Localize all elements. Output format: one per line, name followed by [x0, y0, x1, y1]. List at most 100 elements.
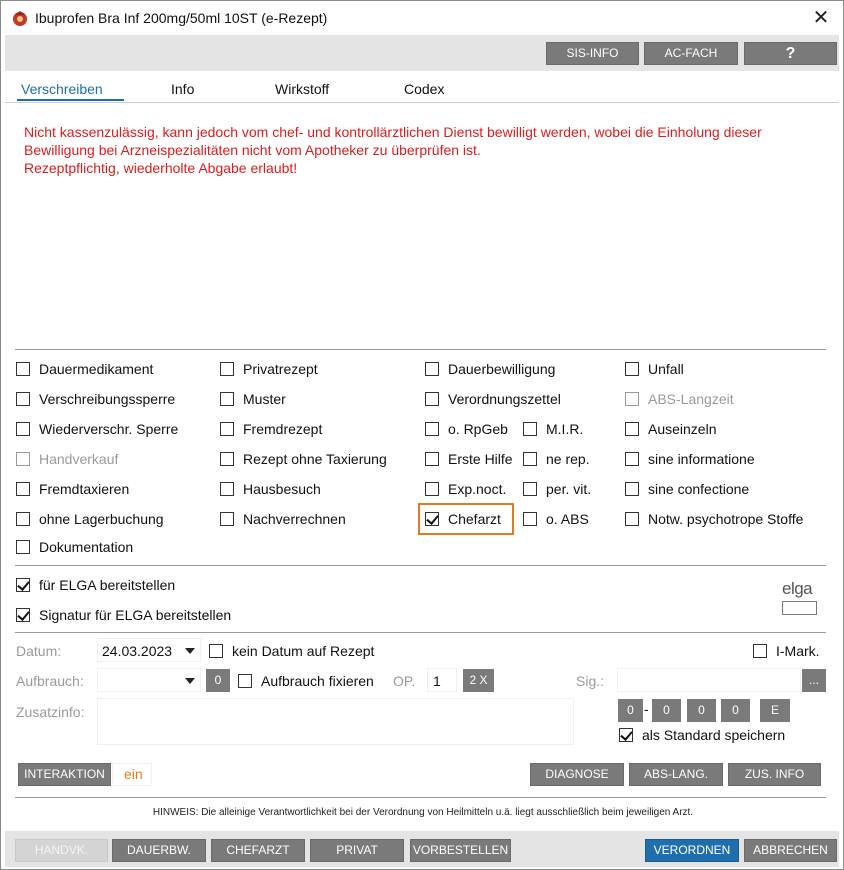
- exp-noct-checkbox[interactable]: Exp.noct.: [425, 479, 506, 499]
- sine-confectione-checkbox[interactable]: sine confectione: [625, 479, 749, 499]
- checkbox-box: [619, 728, 633, 742]
- fuer-elga-checkbox[interactable]: für ELGA bereitstellen: [16, 575, 175, 595]
- elga-logo: elga: [781, 579, 819, 615]
- checkbox-label: ABS-Langzeit: [648, 391, 734, 407]
- abs-langzeit-checkbox[interactable]: ABS-Langzeit: [625, 389, 734, 409]
- o-abs-checkbox[interactable]: o. ABS: [523, 509, 589, 529]
- tab-codex[interactable]: Codex: [404, 81, 444, 97]
- checkbox-box: [16, 452, 30, 466]
- elga-logo-box: [782, 601, 817, 615]
- erste-hilfe-checkbox[interactable]: Erste Hilfe: [425, 449, 513, 469]
- rezept-ohne-taxierung-checkbox[interactable]: Rezept ohne Taxierung: [220, 449, 387, 469]
- notice-line: Rezeptpflichtig, wiederholte Abgabe erla…: [24, 160, 298, 176]
- dauerbw-button[interactable]: DAUERBW.: [112, 839, 206, 862]
- active-tab-indicator: [17, 99, 124, 101]
- checkbox-box: [625, 392, 639, 406]
- checkbox-label: Dauerbewilligung: [448, 361, 556, 377]
- als-standard-checkbox[interactable]: als Standard speichern: [619, 725, 785, 745]
- checkbox-label: Handverkauf: [39, 451, 119, 467]
- op-value: 1: [433, 673, 441, 689]
- abbrechen-button[interactable]: ABBRECHEN: [744, 839, 837, 862]
- op-times-button[interactable]: 2 X: [463, 669, 494, 692]
- checkbox-box: [625, 482, 639, 496]
- per-vit-checkbox[interactable]: per. vit.: [523, 479, 591, 499]
- nachverrechnen-checkbox[interactable]: Nachverrechnen: [220, 509, 346, 529]
- dosage-noon-field[interactable]: 0: [652, 699, 681, 722]
- sig-input[interactable]: [617, 668, 801, 692]
- checkbox-box: [753, 644, 767, 658]
- dosage-evening-field[interactable]: 0: [687, 699, 716, 722]
- tab-info[interactable]: Info: [171, 81, 194, 97]
- aufbrauch-count-button[interactable]: 0: [206, 669, 230, 692]
- checkbox-label: o. RpGeb: [448, 421, 508, 437]
- tab-verschreiben[interactable]: Verschreiben: [21, 81, 103, 97]
- vorbestellen-button[interactable]: VORBESTELLEN: [410, 839, 511, 862]
- dauerbewilligung-checkbox[interactable]: Dauerbewilligung: [425, 359, 555, 379]
- unfall-checkbox[interactable]: Unfall: [625, 359, 684, 379]
- interaktion-button[interactable]: INTERAKTION: [18, 763, 111, 786]
- checkbox-label: Dokumentation: [39, 539, 134, 555]
- ac-fach-button[interactable]: AC-FACH: [644, 42, 738, 65]
- checkbox-box: [16, 578, 30, 592]
- mir-checkbox[interactable]: M.I.R.: [523, 419, 583, 439]
- checkbox-box: [425, 482, 439, 496]
- handverkauf-checkbox[interactable]: Handverkauf: [16, 449, 118, 469]
- dauermedikament-checkbox[interactable]: Dauermedikament: [16, 359, 153, 379]
- sis-info-button[interactable]: SIS-INFO: [546, 42, 639, 65]
- fremdtaxieren-checkbox[interactable]: Fremdtaxieren: [16, 479, 129, 499]
- zusatzinfo-textarea[interactable]: [97, 698, 574, 745]
- fremdrezept-checkbox[interactable]: Fremdrezept: [220, 419, 322, 439]
- tab-wirkstoff[interactable]: Wirkstoff: [275, 81, 329, 97]
- dokumentation-checkbox[interactable]: Dokumentation: [16, 537, 133, 557]
- help-button[interactable]: ?: [744, 42, 837, 65]
- checkbox-box: [625, 452, 639, 466]
- o-rpgeb-checkbox[interactable]: o. RpGeb: [425, 419, 508, 439]
- sig-more-button[interactable]: ...: [802, 669, 826, 692]
- checkbox-label: Hausbesuch: [243, 481, 321, 497]
- checkbox-label: Signatur für ELGA bereitstellen: [39, 607, 232, 623]
- checkbox-label: sine confectione: [648, 481, 750, 497]
- close-button[interactable]: ✕: [807, 5, 835, 31]
- checkbox-label: Dauermedikament: [39, 361, 154, 377]
- zus-info-button[interactable]: ZUS. INFO: [728, 763, 821, 786]
- hausbesuch-checkbox[interactable]: Hausbesuch: [220, 479, 321, 499]
- abs-lang-button[interactable]: ABS-LANG.: [629, 763, 723, 786]
- verordnungszettel-checkbox[interactable]: Verordnungszettel: [425, 389, 561, 409]
- aufbrauch-select[interactable]: [97, 668, 201, 692]
- privatrezept-checkbox[interactable]: Privatrezept: [220, 359, 318, 379]
- dosage-night-field[interactable]: 0: [721, 699, 750, 722]
- chefarzt-button[interactable]: CHEFARZT: [211, 839, 305, 862]
- checkbox-label: Privatrezept: [243, 361, 318, 377]
- op-input[interactable]: 1: [427, 668, 457, 692]
- checkbox-box: [16, 540, 30, 554]
- wiederverschr-sperre-checkbox[interactable]: Wiederverschr. Sperre: [16, 419, 178, 439]
- checkbox-label: ohne Lagerbuchung: [39, 511, 164, 527]
- muster-checkbox[interactable]: Muster: [220, 389, 286, 409]
- diagnose-button[interactable]: DIAGNOSE: [530, 763, 624, 786]
- signatur-elga-checkbox[interactable]: Signatur für ELGA bereitstellen: [16, 605, 231, 625]
- top-toolbar: SIS-INFO AC-FACH ?: [5, 35, 839, 71]
- checkbox-label: Notw. psychotrope Stoffe: [648, 511, 804, 527]
- verschreibungssperre-checkbox[interactable]: Verschreibungssperre: [16, 389, 175, 409]
- sine-informatione-checkbox[interactable]: sine informatione: [625, 449, 755, 469]
- kein-datum-checkbox[interactable]: kein Datum auf Rezept: [209, 641, 374, 661]
- ohne-lagerbuchung-checkbox[interactable]: ohne Lagerbuchung: [16, 509, 164, 529]
- dosage-e-button[interactable]: E: [760, 699, 790, 722]
- notw-psychotrope-checkbox[interactable]: Notw. psychotrope Stoffe: [625, 509, 803, 529]
- checkbox-box: [425, 392, 439, 406]
- checkbox-label: ne rep.: [546, 451, 590, 467]
- datum-select[interactable]: 24.03.2023: [97, 638, 201, 662]
- datum-value: 24.03.2023: [102, 643, 173, 659]
- handvk-button[interactable]: HANDVK.: [15, 839, 108, 862]
- checkbox-label: Fremdtaxieren: [39, 481, 130, 497]
- checkbox-label: Auseinzeln: [648, 421, 717, 437]
- ne-rep-checkbox[interactable]: ne rep.: [523, 449, 590, 469]
- privat-button[interactable]: PRIVAT: [310, 839, 404, 862]
- divider: [15, 349, 826, 350]
- aufbrauch-fixieren-checkbox[interactable]: Aufbrauch fixieren: [238, 671, 374, 691]
- verordnen-button[interactable]: VERORDNEN: [645, 839, 739, 862]
- auseinzeln-checkbox[interactable]: Auseinzeln: [625, 419, 717, 439]
- dosage-morning-field[interactable]: 0: [618, 699, 643, 722]
- app-logo-icon: [13, 11, 27, 26]
- i-mark-checkbox[interactable]: I-Mark.: [753, 641, 820, 661]
